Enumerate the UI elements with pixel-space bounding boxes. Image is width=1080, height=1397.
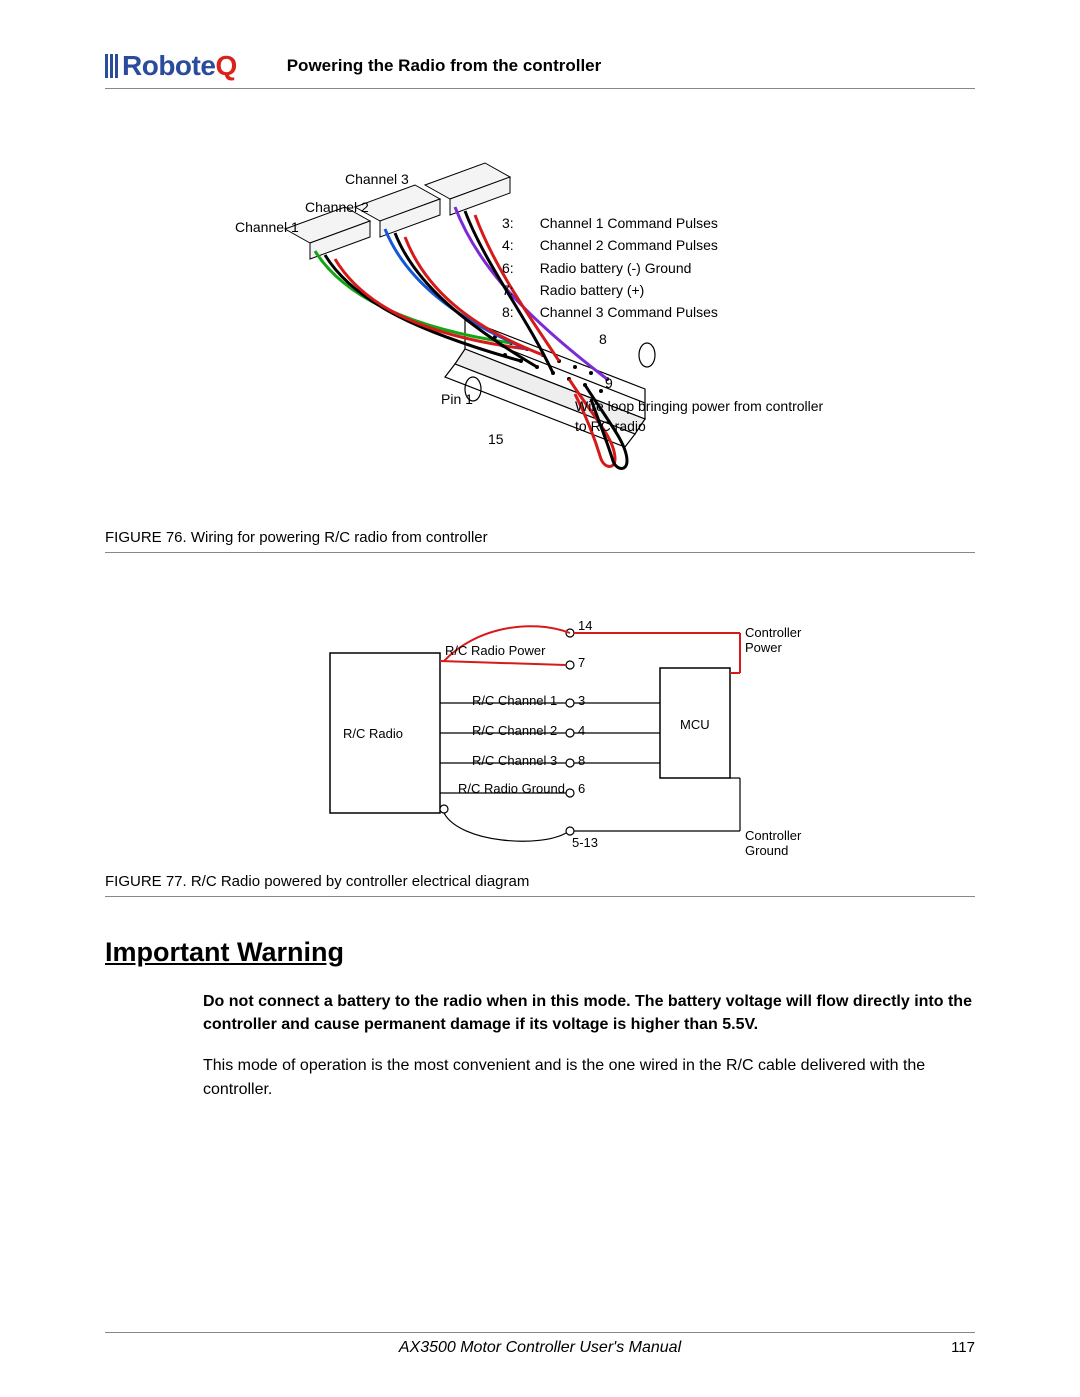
warning-bold-text: Do not connect a battery to the radio wh… xyxy=(203,990,975,1036)
section-title: Powering the Radio from the controller xyxy=(287,56,602,76)
pin15-label: 15 xyxy=(488,431,504,447)
rc-ch2-label: R/C Channel 2 xyxy=(472,723,557,738)
rc-power-label: R/C Radio Power xyxy=(445,643,545,658)
page-number: 117 xyxy=(951,1339,975,1356)
rc-radio-block-label: R/C Radio xyxy=(343,726,403,741)
pin7-label: 7 xyxy=(578,655,585,670)
pin1-label: Pin 1 xyxy=(441,391,473,407)
pin3-label: 3 xyxy=(578,693,585,708)
pin14-label: 14 xyxy=(578,618,592,633)
pin8b-label: 8 xyxy=(578,753,585,768)
logo-left: Robote xyxy=(122,50,215,81)
logo-right: Q xyxy=(215,50,236,81)
table-row: 8:Channel 3 Command Pulses xyxy=(502,302,718,322)
logo-bars-icon xyxy=(105,54,118,78)
document-page: RoboteQ Powering the Radio from the cont… xyxy=(0,0,1080,1397)
channel3-label: Channel 3 xyxy=(345,171,409,187)
table-row: 6:Radio battery (-) Ground xyxy=(502,258,718,278)
mcu-block-label: MCU xyxy=(680,717,710,732)
warning-body: Do not connect a battery to the radio wh… xyxy=(203,990,975,1101)
rc-ch3-label: R/C Channel 3 xyxy=(472,753,557,768)
figure-77-illustration: R/C Radio MCU R/C Radio Power 14 7 R/C C… xyxy=(240,613,840,873)
table-row: 4:Channel 2 Command Pulses xyxy=(502,235,718,255)
figure-76-illustration: Channel 1 Channel 2 Channel 3 8 9 15 Pin… xyxy=(105,169,975,519)
table-row: 7:Radio battery (+) xyxy=(502,280,718,300)
rc-gnd-label: R/C Radio Ground xyxy=(458,781,565,796)
rc-ch1-label: R/C Channel 1 xyxy=(472,693,557,708)
wire-loop-note: Wire loop bringing power from controller… xyxy=(575,397,835,436)
figure-76-area: Channel 1 Channel 2 Channel 3 8 9 15 Pin… xyxy=(105,169,975,897)
warning-heading: Important Warning xyxy=(105,937,975,968)
pin9-label: 9 xyxy=(605,375,613,391)
page-footer: AX3500 Motor Controller User's Manual 11… xyxy=(105,1332,975,1357)
channel1-label: Channel 1 xyxy=(235,219,299,235)
pin4-label: 4 xyxy=(578,723,585,738)
manual-title: AX3500 Motor Controller User's Manual xyxy=(399,1339,681,1357)
pin8-label: 8 xyxy=(599,331,607,347)
logo-text: RoboteQ xyxy=(122,50,237,82)
figure-77-caption: FIGURE 77. R/C Radio powered by controll… xyxy=(105,873,975,897)
roboteq-logo: RoboteQ xyxy=(105,50,237,82)
controller-ground-label: Controller Ground xyxy=(745,828,801,858)
controller-power-label: Controller Power xyxy=(745,625,801,655)
pins-5-13-label: 5-13 xyxy=(572,835,598,850)
figure-76-caption: FIGURE 76. Wiring for powering R/C radio… xyxy=(105,529,975,553)
pin-legend-table: 3:Channel 1 Command Pulses 4:Channel 2 C… xyxy=(500,211,720,324)
pin6-label: 6 xyxy=(578,781,585,796)
table-row: 3:Channel 1 Command Pulses xyxy=(502,213,718,233)
channel2-label: Channel 2 xyxy=(305,199,369,215)
warning-paragraph: This mode of operation is the most conve… xyxy=(203,1054,975,1100)
page-header: RoboteQ Powering the Radio from the cont… xyxy=(105,50,975,89)
